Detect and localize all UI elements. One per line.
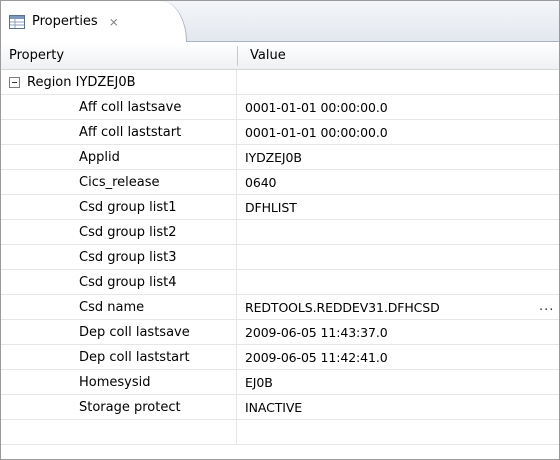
property-table: Region IYDZEJ0B Aff coll lastsave 0001-0… [1,70,559,445]
table-row[interactable]: Csd group list3 [1,245,559,270]
table-row[interactable]: Csd name REDTOOLS.REDDEV31.DFHCSD ... [1,295,559,320]
property-name: Csd name [1,295,237,319]
collapse-icon[interactable] [9,76,20,88]
property-value: 0001-01-01 00:00:00.0 [245,124,388,140]
property-value: 0001-01-01 00:00:00.0 [245,99,388,115]
table-row[interactable]: Storage protect INACTIVE [1,395,559,420]
table-row[interactable]: Dep coll laststart 2009-06-05 11:42:41.0 [1,345,559,370]
table-row[interactable]: Aff coll lastsave 0001-01-01 00:00:00.0 [1,95,559,120]
empty-cell [1,420,237,444]
table-row[interactable]: Cics_release 0640 [1,170,559,195]
property-name: Applid [1,145,237,169]
table-row[interactable]: Dep coll lastsave 2009-06-05 11:43:37.0 [1,320,559,345]
close-icon[interactable]: ⨯ [109,16,119,28]
property-name: Csd group list2 [1,220,237,244]
tab-label: Properties [32,14,98,29]
property-name: Dep coll lastsave [1,320,237,344]
column-header-property[interactable]: Property [1,48,237,63]
table-row[interactable]: Csd group list1 DFHLIST [1,195,559,220]
property-name: Homesysid [1,370,237,394]
table-row[interactable]: Applid IYDZEJ0B [1,145,559,170]
property-value: 2009-06-05 11:42:41.0 [245,349,388,365]
property-name: Csd group list4 [1,270,237,294]
property-value: IYDZEJ0B [245,149,302,165]
property-value: REDTOOLS.REDDEV31.DFHCSD [245,299,440,315]
property-name: Dep coll laststart [1,345,237,369]
property-name: Csd group list3 [1,245,237,269]
tab-properties[interactable]: Properties ⨯ [1,1,187,42]
column-header-value[interactable]: Value [238,48,286,63]
property-name: Csd group list1 [1,195,237,219]
property-value: 2009-06-05 11:43:37.0 [245,324,388,340]
property-value: EJ0B [245,374,273,390]
empty-row [1,420,559,445]
column-header: Property Value [1,42,559,70]
property-value: 0640 [245,174,277,190]
tab-strip: Properties ⨯ [1,1,559,42]
property-name: Storage protect [1,395,237,419]
property-name: Cics_release [1,170,237,194]
property-value: INACTIVE [245,399,303,415]
ellipsis-button[interactable]: ... [539,299,554,314]
group-cell: Region IYDZEJ0B [1,70,237,94]
properties-view: Properties ⨯ Property Value Region IYDZE… [0,0,560,460]
table-row[interactable]: Aff coll laststart 0001-01-01 00:00:00.0 [1,120,559,145]
property-value: DFHLIST [245,199,297,215]
table-row[interactable]: Csd group list4 [1,270,559,295]
properties-table-icon [9,14,25,29]
group-label: Region IYDZEJ0B [27,74,136,90]
table-row[interactable]: Homesysid EJ0B [1,370,559,395]
tree-group-row[interactable]: Region IYDZEJ0B [1,70,559,95]
property-name: Aff coll laststart [1,120,237,144]
table-row[interactable]: Csd group list2 [1,220,559,245]
property-name: Aff coll lastsave [1,95,237,119]
